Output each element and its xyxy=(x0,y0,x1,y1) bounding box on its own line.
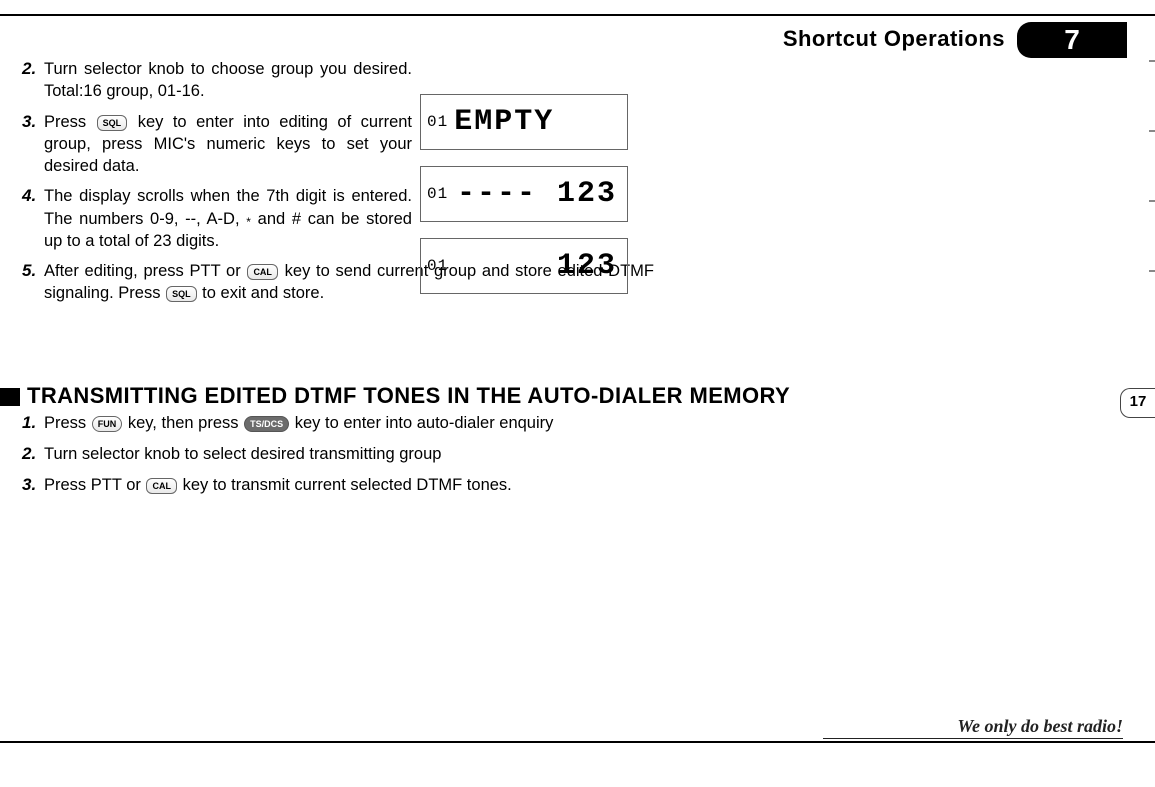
section-marker xyxy=(0,388,20,406)
lcd-value: EMPTY xyxy=(454,105,617,139)
chapter-tab: 7 xyxy=(1017,22,1127,58)
footer-tagline: We only do best radio! xyxy=(957,716,1123,737)
sql-key-icon: SQL xyxy=(97,115,128,131)
lcd-value: 123 xyxy=(454,249,617,283)
step-text: Turn selector knob to choose group you d… xyxy=(44,58,412,103)
page-number-tab: 17 xyxy=(1120,388,1155,418)
edge-tabs xyxy=(1149,60,1155,340)
lcd-channel: 01 xyxy=(427,113,448,131)
manual-page: Shortcut Operations 7 2. Turn selector k… xyxy=(0,0,1155,787)
lcd-channel: 01 xyxy=(427,257,448,275)
sql-key-icon: SQL xyxy=(166,286,197,302)
lcd-panel: 01 EMPTY xyxy=(420,94,628,150)
instruction-list-b: 1. Press FUN key, then press TS/DCS key … xyxy=(22,412,662,505)
list-item: 2. Turn selector knob to select desired … xyxy=(22,443,662,466)
lcd-panel: 01 ---- 123 xyxy=(420,166,628,222)
step-text: The display scrolls when the 7th digit i… xyxy=(44,185,412,252)
step-text: Turn selector knob to select desired tra… xyxy=(44,443,662,465)
lcd-panel: 01 123 xyxy=(420,238,628,294)
top-rule xyxy=(0,14,1155,16)
step-text: Press FUN key, then press TS/DCS key to … xyxy=(44,412,654,434)
step-text: Press SQL key to enter into editing of c… xyxy=(44,111,412,178)
lcd-value: ---- 123 xyxy=(454,177,617,211)
step-text: Press PTT or CAL key to transmit current… xyxy=(44,474,662,496)
step-number: 3. xyxy=(22,111,44,134)
step-number: 4. xyxy=(22,185,44,208)
lcd-examples: 01 EMPTY 01 ---- 123 01 123 xyxy=(420,94,628,310)
page-title: Shortcut Operations xyxy=(783,26,1005,52)
list-item: 1. Press FUN key, then press TS/DCS key … xyxy=(22,412,662,435)
list-item: 3. Press PTT or CAL key to transmit curr… xyxy=(22,474,662,497)
cal-key-icon: CAL xyxy=(146,478,177,494)
fun-key-icon: FUN xyxy=(92,416,123,432)
lcd-channel: 01 xyxy=(427,185,448,203)
step-number: 5. xyxy=(22,260,44,283)
tsdcs-key-icon: TS/DCS xyxy=(244,416,289,432)
bottom-rule xyxy=(0,741,1155,743)
step-number: 3. xyxy=(22,474,44,497)
step-number: 1. xyxy=(22,412,44,435)
step-number: 2. xyxy=(22,443,44,466)
step-number: 2. xyxy=(22,58,44,81)
tagline-underline xyxy=(823,738,1123,740)
section-heading: TRANSMITTING EDITED DTMF TONES IN THE AU… xyxy=(27,383,790,409)
cal-key-icon: CAL xyxy=(247,264,278,280)
